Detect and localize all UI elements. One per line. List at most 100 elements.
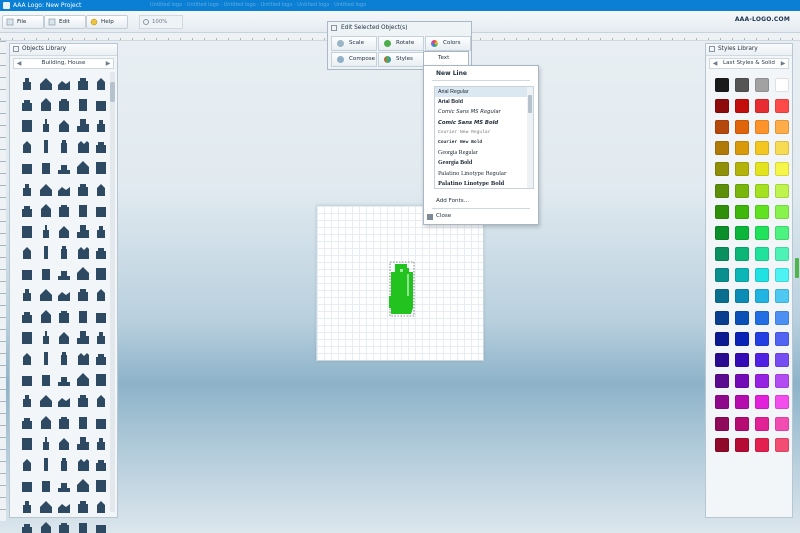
building-icon[interactable] bbox=[37, 475, 56, 496]
style-swatch[interactable] bbox=[733, 286, 750, 307]
chevron-right-icon[interactable]: ▶ bbox=[104, 59, 112, 68]
building-icon[interactable] bbox=[37, 326, 56, 347]
building-icon[interactable] bbox=[92, 453, 111, 474]
building-icon[interactable] bbox=[37, 517, 56, 533]
building-icon[interactable] bbox=[74, 326, 93, 347]
rotate-button[interactable]: Rotate bbox=[378, 36, 424, 51]
style-swatch[interactable] bbox=[753, 307, 770, 328]
building-icon[interactable] bbox=[74, 114, 93, 135]
style-swatch[interactable] bbox=[773, 201, 790, 222]
style-swatch[interactable] bbox=[713, 222, 730, 243]
building-icon[interactable] bbox=[55, 517, 74, 533]
building-icon[interactable] bbox=[92, 263, 111, 284]
style-swatch[interactable] bbox=[753, 201, 770, 222]
style-swatch[interactable] bbox=[773, 159, 790, 180]
building-icon[interactable] bbox=[37, 93, 56, 114]
building-icon[interactable] bbox=[74, 136, 93, 157]
style-swatch[interactable] bbox=[733, 328, 750, 349]
building-icon[interactable] bbox=[92, 242, 111, 263]
style-swatch[interactable] bbox=[773, 413, 790, 434]
chevron-left-icon[interactable]: ◀ bbox=[711, 59, 719, 68]
building-icon[interactable] bbox=[37, 305, 56, 326]
building-icon[interactable] bbox=[55, 178, 74, 199]
style-swatch[interactable] bbox=[733, 265, 750, 286]
object-category-selector[interactable]: ◀ Building, House ▶ bbox=[13, 58, 114, 69]
building-icon[interactable] bbox=[18, 220, 37, 241]
building-icon[interactable] bbox=[18, 242, 37, 263]
style-swatch[interactable] bbox=[733, 74, 750, 95]
style-swatch[interactable] bbox=[773, 328, 790, 349]
selected-building-object[interactable] bbox=[387, 260, 417, 318]
building-icon[interactable] bbox=[74, 475, 93, 496]
building-icon[interactable] bbox=[74, 93, 93, 114]
style-category-selector[interactable]: ◀ Last Styles & Solid ▶ bbox=[709, 58, 789, 69]
building-icon[interactable] bbox=[18, 178, 37, 199]
building-icon[interactable] bbox=[55, 326, 74, 347]
font-item-palatino-bold[interactable]: Palatino Linotype Bold bbox=[435, 179, 527, 188]
building-icon[interactable] bbox=[92, 178, 111, 199]
building-icon[interactable] bbox=[74, 411, 93, 432]
style-swatch[interactable] bbox=[733, 307, 750, 328]
style-swatch[interactable] bbox=[713, 244, 730, 265]
style-swatch[interactable] bbox=[753, 286, 770, 307]
building-icon[interactable] bbox=[74, 284, 93, 305]
building-icon[interactable] bbox=[92, 517, 111, 533]
style-swatch[interactable] bbox=[773, 180, 790, 201]
building-icon[interactable] bbox=[55, 432, 74, 453]
building-icon[interactable] bbox=[55, 305, 74, 326]
style-swatch[interactable] bbox=[773, 286, 790, 307]
style-swatch[interactable] bbox=[773, 222, 790, 243]
style-swatch[interactable] bbox=[713, 138, 730, 159]
style-swatch[interactable] bbox=[713, 371, 730, 392]
building-icon[interactable] bbox=[37, 432, 56, 453]
building-icon[interactable] bbox=[74, 178, 93, 199]
new-line-menu-item[interactable]: New Line bbox=[436, 70, 467, 77]
style-swatch[interactable] bbox=[733, 371, 750, 392]
style-swatch[interactable] bbox=[733, 116, 750, 137]
building-icon[interactable] bbox=[37, 496, 56, 517]
edit-menu-button[interactable]: Edit bbox=[44, 15, 86, 29]
zoom-control[interactable]: 100% bbox=[139, 15, 183, 29]
building-icon[interactable] bbox=[55, 411, 74, 432]
building-icon[interactable] bbox=[55, 93, 74, 114]
style-swatch[interactable] bbox=[753, 434, 770, 455]
font-item-comic-sans-bold[interactable]: Comic Sans MS Bold bbox=[435, 118, 527, 128]
building-icon[interactable] bbox=[74, 453, 93, 474]
style-swatch[interactable] bbox=[713, 413, 730, 434]
font-list-scrollbar-thumb[interactable] bbox=[528, 95, 532, 113]
building-icon[interactable] bbox=[37, 369, 56, 390]
building-icon[interactable] bbox=[55, 369, 74, 390]
building-icon[interactable] bbox=[37, 390, 56, 411]
style-swatch[interactable] bbox=[753, 349, 770, 370]
building-icon[interactable] bbox=[18, 136, 37, 157]
objects-scrollbar-thumb[interactable] bbox=[110, 82, 115, 102]
building-icon[interactable] bbox=[74, 242, 93, 263]
building-icon[interactable] bbox=[55, 157, 74, 178]
building-icon[interactable] bbox=[74, 263, 93, 284]
panel-resize-handle[interactable] bbox=[795, 258, 799, 278]
style-swatch[interactable] bbox=[713, 95, 730, 116]
building-icon[interactable] bbox=[92, 114, 111, 135]
building-icon[interactable] bbox=[55, 263, 74, 284]
building-icon[interactable] bbox=[74, 369, 93, 390]
style-swatch[interactable] bbox=[753, 138, 770, 159]
style-swatch[interactable] bbox=[713, 180, 730, 201]
style-swatch[interactable] bbox=[733, 159, 750, 180]
building-icon[interactable] bbox=[55, 475, 74, 496]
style-swatch[interactable] bbox=[773, 116, 790, 137]
style-swatch[interactable] bbox=[773, 434, 790, 455]
style-swatch[interactable] bbox=[753, 180, 770, 201]
building-icon[interactable] bbox=[92, 475, 111, 496]
building-icon[interactable] bbox=[37, 178, 56, 199]
building-icon[interactable] bbox=[37, 220, 56, 241]
style-swatch[interactable] bbox=[733, 349, 750, 370]
building-icon[interactable] bbox=[37, 284, 56, 305]
building-icon[interactable] bbox=[18, 411, 37, 432]
style-swatch[interactable] bbox=[753, 95, 770, 116]
building-icon[interactable] bbox=[18, 475, 37, 496]
building-icon[interactable] bbox=[18, 284, 37, 305]
building-icon[interactable] bbox=[37, 411, 56, 432]
file-menu-button[interactable]: File bbox=[2, 15, 44, 29]
building-icon[interactable] bbox=[74, 220, 93, 241]
style-swatch[interactable] bbox=[713, 286, 730, 307]
